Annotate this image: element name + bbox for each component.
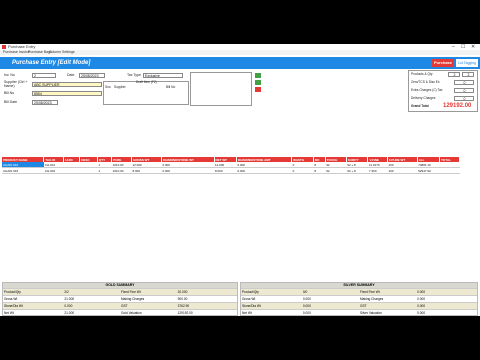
- totals-panel: Products & Qty 2 2 Zero/TCS & Disc Ex. 0…: [408, 70, 478, 112]
- zero-tcs-field[interactable]: 0: [454, 80, 474, 85]
- page-header: Purchase Entry [Edit Mode] Purchase Lot …: [0, 57, 480, 69]
- grid-cell[interactable]: CHAIN 916: [2, 167, 44, 174]
- bill-no-label: Bill No: [4, 91, 15, 95]
- menu-column-settings[interactable]: Column Settings: [49, 50, 75, 55]
- grid-cell[interactable]: 8: [313, 167, 326, 174]
- lot-tagging-button[interactable]: Lot Tagging: [456, 59, 478, 67]
- summary-label: Net Wt: [4, 311, 14, 315]
- grid-cell[interactable]: 52947.90: [417, 167, 440, 174]
- draft-col-supplier: Supplier: [114, 85, 126, 89]
- products-count: 2: [448, 72, 460, 77]
- items-grid: PRODUCT NAME TAG ID HUID DESC QTY PURE GROSS W…: [2, 157, 460, 174]
- supplier-field[interactable]: ABC SUPPLIER: [32, 82, 102, 87]
- summary-row: Product/Qty 2/2 Fixed Fine Wt 20.000: [3, 288, 237, 295]
- products-qty-label: Products & Qty: [411, 72, 433, 76]
- app-window: Purchase Entry – ☐ ✕ Purchase Invoice Pu…: [0, 44, 480, 316]
- summary-value: 0.000: [302, 311, 311, 315]
- menu-purchase-invoice[interactable]: Purchase Invoice: [3, 50, 30, 55]
- delivery-charges-field[interactable]: 0: [454, 96, 474, 101]
- summary-row: Stone/Dia Wt 0.000 GST 3762.90: [3, 302, 237, 309]
- date-label: Date: [67, 73, 75, 77]
- draft-col-billno: Bill No: [166, 85, 176, 89]
- grid-cell[interactable]: 8.000: [131, 167, 162, 174]
- grid-cell[interactable]: 92 + 8: [346, 167, 368, 174]
- tax-type-label: Tax Type: [127, 73, 141, 77]
- summary-label: Gold Valuation: [121, 311, 142, 315]
- summary-label: Silver Valuation: [360, 311, 382, 315]
- grid-cell[interactable]: 7.360: [367, 167, 388, 174]
- grand-total-value: 129192.00: [443, 103, 472, 109]
- summary-row: Stone/Dia Wt 0.000 GST 0.000: [241, 302, 477, 309]
- grid-cell[interactable]: [79, 167, 98, 174]
- grid-row[interactable]: CHAIN 916 CH-002 1 1010.00 8.000 0.000 8.000 0.…: [2, 167, 460, 174]
- summary-value: 0.000: [417, 311, 426, 315]
- purchase-button[interactable]: Purchase: [432, 59, 454, 67]
- zero-tcs-label: Zero/TCS & Disc Ex.: [411, 80, 441, 84]
- silver-summary-panel: SILVER SUMMARY Product/Qty 0/0 Fixed Fine …: [240, 282, 478, 316]
- grid-cell[interactable]: 8.000: [214, 167, 237, 174]
- delete-icon[interactable]: [255, 87, 261, 92]
- summary-row: Gross Wt 0.000 Making Charges 0.000: [241, 295, 477, 302]
- bill-date-field[interactable]: 25/08/2023: [32, 100, 58, 105]
- extra-charges-field[interactable]: 0: [454, 88, 474, 93]
- grid-cell[interactable]: 1: [97, 167, 112, 174]
- grid-cell[interactable]: [439, 167, 460, 174]
- summary-row: Gross Wt 21.000 Making Charges 900.00: [3, 295, 237, 302]
- app-icon: [2, 45, 6, 49]
- bill-date-label: Bill Date: [4, 100, 18, 104]
- summary-row: Product/Qty 0/0 Fixed Fine Wt 0.000: [241, 288, 477, 295]
- draft-col-sno: Sno: [105, 85, 111, 89]
- summary-row: Net Wt 21.000 Gold Valuation 129192.00: [3, 309, 237, 316]
- inv-no-field[interactable]: 2: [32, 73, 56, 78]
- bill-no-field[interactable]: 8554: [32, 91, 102, 96]
- add-icon[interactable]: [255, 73, 261, 78]
- edit-icon[interactable]: [255, 80, 261, 85]
- grid-cell[interactable]: 1010.00: [111, 167, 132, 174]
- grid-cell[interactable]: 0.000: [161, 167, 214, 174]
- grid-cell[interactable]: [63, 167, 80, 174]
- grid-cell[interactable]: 0: [291, 167, 314, 174]
- tax-type-select[interactable]: Exclusive: [143, 73, 183, 78]
- date-field[interactable]: 25/08/2023: [79, 73, 105, 78]
- page-title: Purchase Entry [Edit Mode]: [12, 60, 91, 66]
- menu-bar: Purchase Invoice Purchase Bags Column Se…: [0, 50, 480, 55]
- draft-item-panel: Draft Item (F2) Sno Supplier Bill No: [103, 80, 189, 105]
- grid-cell[interactable]: CH-002: [43, 167, 64, 174]
- gold-summary-panel: GOLD SUMMARY Product/Qty 2/2 Fixed Fine Wt…: [2, 282, 238, 316]
- summary-value: 21.000: [64, 311, 75, 315]
- qty-count: 2: [462, 72, 474, 77]
- grid-cell[interactable]: 92: [325, 167, 347, 174]
- summary-row: Net Wt 0.000 Silver Valuation 0.000: [241, 309, 477, 316]
- grand-total-label: Grand Total: [411, 104, 429, 108]
- draft-item-title: Draft Item (F2): [136, 80, 157, 84]
- extra-charges-label: Extra Charges (C) Tax: [411, 88, 443, 92]
- image-panel: [190, 72, 252, 106]
- grid-cell[interactable]: 0.000: [236, 167, 292, 174]
- summary-value: 129192.00: [177, 311, 193, 315]
- inv-no-label: Inv. No: [4, 73, 15, 77]
- supplier-label: Supplier (Ctrl + Name): [4, 80, 28, 88]
- delivery-charges-label: Delivery Charges: [411, 96, 436, 100]
- summary-label: Net Wt: [242, 311, 252, 315]
- grid-cell[interactable]: 100: [387, 167, 418, 174]
